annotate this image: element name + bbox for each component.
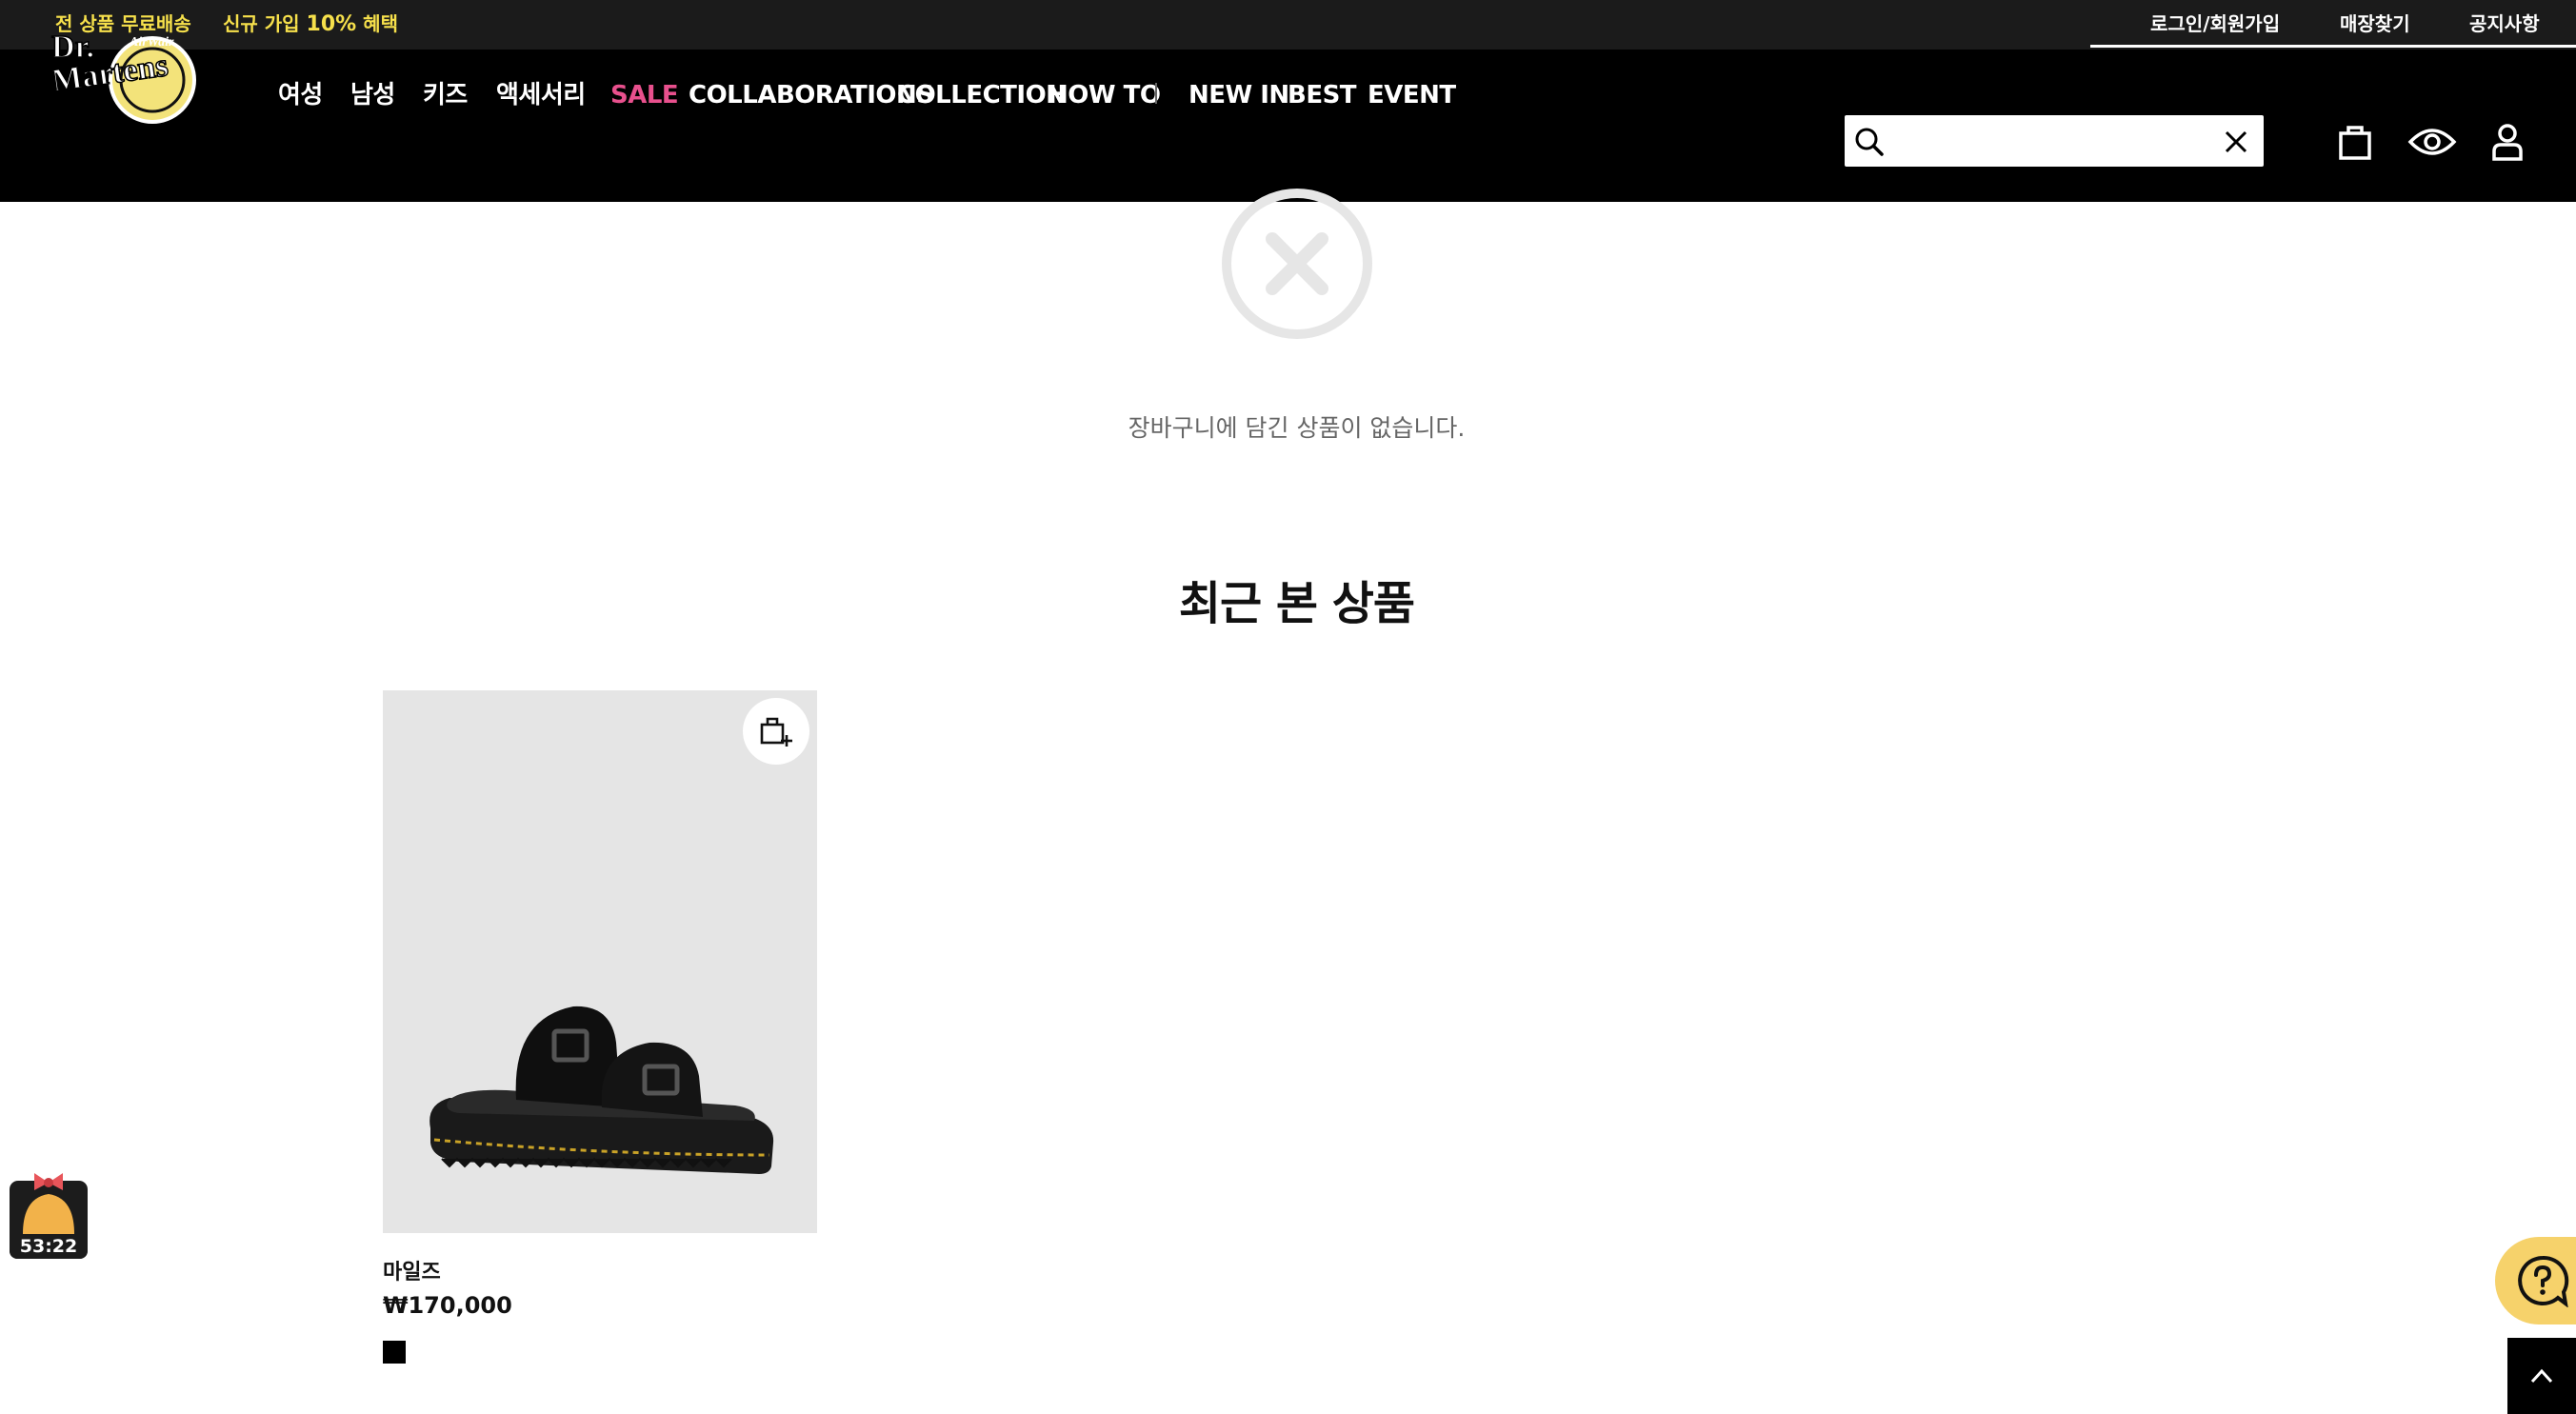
- notice-link[interactable]: 공지사항: [2469, 0, 2540, 48]
- product-price: ₩170,000: [383, 1292, 512, 1319]
- nav-best[interactable]: BEST: [1288, 74, 1357, 116]
- help-chat-button[interactable]: [2495, 1237, 2576, 1324]
- brand-logo[interactable]: Dr. Martens AirWair: [49, 23, 225, 126]
- help-icon: [2518, 1255, 2569, 1307]
- close-icon[interactable]: [2219, 125, 2253, 159]
- timer-countdown: 53:22: [10, 1234, 88, 1259]
- dr-martens-logo: Dr. Martens AirWair: [49, 29, 196, 124]
- nav-event[interactable]: EVENT: [1368, 74, 1456, 116]
- nav-kids[interactable]: 키즈: [423, 74, 468, 116]
- search-icon[interactable]: [1852, 125, 1887, 159]
- logo-tag: AirWair: [129, 35, 174, 50]
- promo-signup-percent: 10%: [306, 12, 357, 36]
- timer-widget[interactable]: 53:22: [10, 1160, 88, 1259]
- scroll-to-top-button[interactable]: [2507, 1338, 2576, 1414]
- recently-viewed-title: 최근 본 상품: [1178, 577, 1415, 630]
- product-image[interactable]: [383, 690, 817, 1233]
- nav-women[interactable]: 여성: [278, 74, 323, 116]
- login-signup-link[interactable]: 로그인/회원가입: [2150, 0, 2280, 48]
- top-promo-bar: 전 상품 무료배송 신규 가입 10% 혜택 로그인/회원가입 매장찾기 공지사…: [0, 0, 2576, 50]
- product-name[interactable]: 마일즈: [383, 1255, 441, 1285]
- promo-signup-benefit: 신규 가입 10% 혜택: [223, 0, 398, 48]
- add-to-cart-button[interactable]: [743, 698, 809, 765]
- bag-icon[interactable]: [2334, 121, 2376, 163]
- store-finder-link[interactable]: 매장찾기: [2340, 0, 2410, 48]
- nav-new-in[interactable]: NEW IN: [1188, 74, 1289, 116]
- product-card[interactable]: 마일즈 ₩170,000: [383, 690, 817, 1376]
- nav-men[interactable]: 남성: [350, 74, 395, 116]
- promo-signup-suffix: 혜택: [356, 12, 398, 35]
- eye-icon[interactable]: [2407, 121, 2457, 163]
- nav-collection[interactable]: COLLECTION: [897, 74, 1067, 116]
- nav-divider: [1155, 83, 1157, 104]
- nav-how-to[interactable]: HOW TO: [1048, 74, 1161, 116]
- search-input[interactable]: [1895, 119, 2209, 163]
- nav-accessories[interactable]: 액세서리: [496, 74, 586, 116]
- nav-sale[interactable]: SALE: [610, 74, 679, 116]
- sandal-image: [429, 1006, 774, 1174]
- user-icon[interactable]: [2486, 121, 2528, 163]
- empty-cart-x-icon: [1222, 189, 1372, 339]
- empty-cart-message: 장바구니에 담긴 상품이 없습니다.: [1128, 414, 1466, 442]
- bag-plus-icon: [760, 717, 792, 747]
- chevron-up-icon: [2530, 1368, 2553, 1384]
- color-swatch[interactable]: [383, 1341, 406, 1364]
- promo-signup-prefix: 신규 가입: [223, 12, 307, 35]
